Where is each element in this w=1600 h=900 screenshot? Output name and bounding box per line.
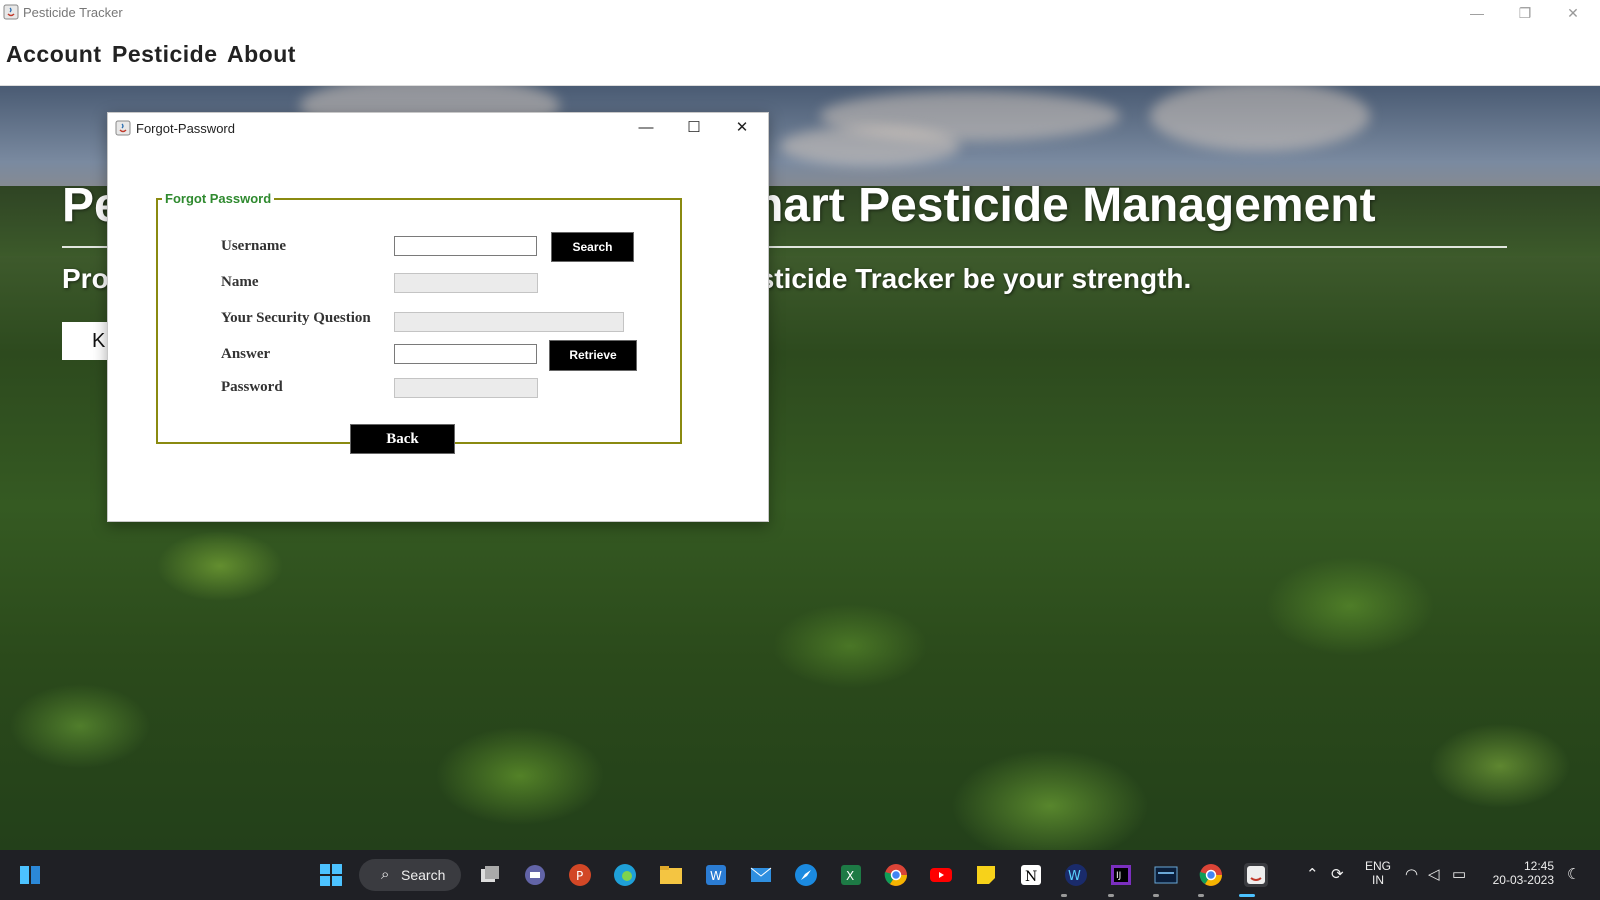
name-label: Name (221, 274, 259, 290)
start-icon[interactable] (319, 863, 343, 887)
dialog-titlebar: Forgot-Password — ☐ ✕ (108, 113, 768, 143)
close-button[interactable]: ✕ (1555, 2, 1591, 24)
clock-time: 12:45 (1523, 859, 1554, 873)
search-icon: ⌕ (381, 866, 390, 883)
webex-icon[interactable]: W (1064, 863, 1088, 887)
active-indicator (1239, 894, 1255, 897)
intellij-icon[interactable]: IJ (1109, 863, 1133, 887)
notion-icon[interactable]: N (1019, 863, 1043, 887)
dialog-maximize-button[interactable]: ☐ (674, 116, 714, 140)
chrome-profile-icon[interactable] (1199, 863, 1223, 887)
username-input[interactable] (394, 236, 537, 256)
back-button[interactable]: Back (350, 424, 455, 454)
restore-button[interactable]: ❐ (1507, 2, 1543, 24)
task-view-icon[interactable] (478, 863, 502, 887)
retrieve-button[interactable]: Retrieve (549, 340, 637, 371)
sync-icon[interactable]: ⟳ (1331, 865, 1344, 883)
menu-account[interactable]: Account (6, 41, 102, 68)
svg-text:W: W (710, 869, 722, 883)
volume-icon[interactable]: ◁ (1428, 865, 1440, 883)
taskbar-search[interactable]: ⌕ Search (359, 859, 461, 891)
excel-icon[interactable]: X (839, 863, 863, 887)
security-question-label: Your Security Question (221, 310, 371, 326)
taskbar-search-label: Search (401, 867, 446, 883)
powerpoint-icon[interactable]: P (568, 863, 592, 887)
word-icon[interactable]: W (704, 863, 728, 887)
window-titlebar: Pesticide Tracker — ❐ ✕ (0, 0, 1600, 26)
svg-text:W: W (1068, 869, 1081, 884)
answer-label: Answer (221, 346, 271, 362)
dialog-title: Forgot-Password (136, 121, 235, 136)
dialog-close-button[interactable]: ✕ (722, 116, 762, 140)
dialog-minimize-button[interactable]: — (626, 116, 666, 140)
menu-bar: Account Pesticide About (0, 26, 1600, 86)
running-indicator (1108, 894, 1114, 897)
running-indicator (1198, 894, 1204, 897)
java-app-icon[interactable] (1244, 863, 1268, 887)
clock-date: 20-03-2023 (1492, 873, 1554, 887)
mysql-workbench-icon[interactable] (1154, 863, 1178, 887)
taskbar: ⌕ Search P W X N W IJ ⌃ ⟳ ENG IN ◠ ◁ ▭ 1… (0, 850, 1600, 900)
security-question-field (394, 312, 624, 332)
mail-icon[interactable] (749, 863, 773, 887)
focus-assist-icon[interactable]: ☾ (1567, 865, 1580, 883)
minimize-button[interactable]: — (1459, 2, 1495, 24)
region-code: IN (1372, 873, 1384, 887)
widgets-icon[interactable] (18, 863, 42, 887)
forgot-password-dialog: Forgot-Password — ☐ ✕ Forgot Password Us… (107, 112, 769, 522)
safari-icon[interactable] (794, 863, 818, 887)
menu-pesticide[interactable]: Pesticide (112, 41, 218, 68)
wifi-icon[interactable]: ◠ (1405, 865, 1418, 883)
language-code: ENG (1364, 859, 1391, 873)
battery-icon[interactable]: ▭ (1452, 865, 1466, 883)
forgot-password-group: Forgot Password Username Search Name You… (156, 191, 682, 444)
svg-text:P: P (576, 869, 583, 883)
running-indicator (1153, 894, 1159, 897)
chrome-icon[interactable] (884, 863, 908, 887)
svg-text:IJ: IJ (1116, 871, 1121, 881)
edge-icon[interactable] (613, 863, 637, 887)
password-field (394, 378, 538, 398)
teams-chat-icon[interactable] (523, 863, 547, 887)
java-app-icon (115, 120, 131, 136)
language-indicator[interactable]: ENG IN (1363, 859, 1393, 887)
svg-text:X: X (846, 869, 854, 883)
clock[interactable]: 12:45 20-03-2023 (1484, 859, 1554, 887)
username-label: Username (221, 238, 286, 254)
group-title: Forgot Password (162, 191, 275, 206)
youtube-icon[interactable] (929, 863, 953, 887)
name-field (394, 273, 538, 293)
java-app-icon (3, 4, 19, 20)
svg-text:N: N (1025, 869, 1037, 885)
sticky-notes-icon[interactable] (974, 863, 998, 887)
file-explorer-icon[interactable] (659, 863, 683, 887)
chevron-up-icon[interactable]: ⌃ (1306, 865, 1319, 883)
running-indicator (1061, 894, 1067, 897)
answer-input[interactable] (394, 344, 537, 364)
search-button[interactable]: Search (551, 232, 634, 262)
password-label: Password (221, 379, 283, 395)
window-title: Pesticide Tracker (23, 5, 123, 20)
menu-about[interactable]: About (227, 41, 296, 68)
